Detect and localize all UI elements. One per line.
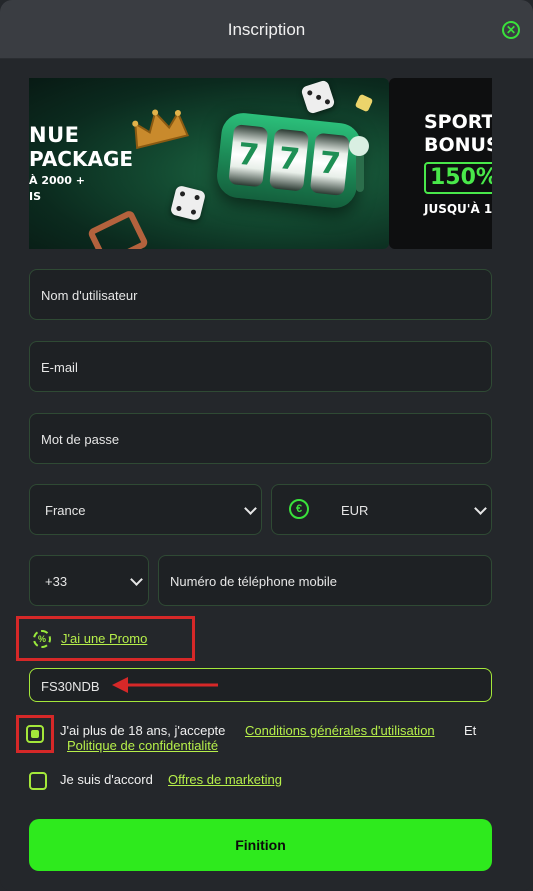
phone-number-field[interactable]: Numéro de téléphone mobile bbox=[158, 555, 492, 606]
banner-headline: SPORT bbox=[424, 111, 492, 133]
promo-toggle-highlight: % J'ai une Promo bbox=[16, 616, 195, 661]
slot-machine-icon: 7 7 7 bbox=[214, 110, 364, 211]
phone-code-value: +33 bbox=[45, 574, 68, 589]
phone-code-select[interactable]: +33 bbox=[29, 555, 149, 606]
banner-subtext: JUSQU'À 10 bbox=[424, 202, 492, 216]
percent-icon: % bbox=[33, 630, 51, 648]
finish-button[interactable]: Finition bbox=[29, 819, 492, 871]
crown-icon bbox=[132, 109, 190, 150]
promo-code-link[interactable]: J'ai une Promo bbox=[61, 631, 147, 646]
username-field[interactable]: Nom d'utilisateur bbox=[29, 269, 492, 320]
currency-value: EUR bbox=[341, 503, 369, 518]
age-checkbox-highlight bbox=[16, 715, 54, 753]
promo-banner-carousel[interactable]: 7 7 7 NUE PACKAGE À 2000 + IS SPORT BONU… bbox=[29, 78, 492, 249]
lever-ball-icon bbox=[349, 136, 369, 156]
currency-select[interactable]: € EUR bbox=[271, 484, 492, 535]
banner-subtext: À 2000 + bbox=[29, 174, 86, 187]
password-field[interactable]: Mot de passe bbox=[29, 413, 492, 464]
email-field[interactable]: E-mail bbox=[29, 341, 492, 392]
banner-headline: PACKAGE bbox=[29, 147, 134, 171]
banner-headline: NUE bbox=[29, 123, 80, 147]
chevron-down-icon bbox=[474, 502, 487, 515]
dice-icon bbox=[354, 93, 374, 113]
password-placeholder: Mot de passe bbox=[41, 432, 120, 447]
chevron-down-icon bbox=[130, 573, 143, 586]
marketing-consent-checkbox[interactable] bbox=[29, 772, 47, 790]
banner-headline: BONUS bbox=[424, 134, 492, 156]
promo-code-input[interactable]: FS30NDB bbox=[29, 668, 492, 702]
close-icon[interactable]: ✕ bbox=[502, 21, 520, 39]
dice-icon bbox=[169, 184, 207, 222]
country-value: France bbox=[45, 503, 86, 518]
username-placeholder: Nom d'utilisateur bbox=[41, 288, 138, 303]
terms-link[interactable]: Conditions générales d'utilisation bbox=[245, 723, 435, 738]
dice-icon bbox=[300, 79, 336, 115]
casino-bonus-banner[interactable]: 7 7 7 NUE PACKAGE À 2000 + IS bbox=[29, 78, 389, 249]
modal-title: Inscription bbox=[227, 20, 306, 39]
privacy-policy-link[interactable]: Politique de confidentialité bbox=[67, 738, 218, 753]
red-arrow-annotation-icon bbox=[112, 677, 218, 693]
marketing-consent-text: Je suis d'accord bbox=[60, 772, 153, 787]
country-select[interactable]: France bbox=[29, 484, 262, 535]
promo-code-value: FS30NDB bbox=[41, 679, 100, 694]
modal-header: Inscription ✕ bbox=[0, 0, 533, 59]
age-consent-text: J'ai plus de 18 ans, j'accepte bbox=[60, 723, 226, 738]
sport-bonus-banner[interactable]: SPORT BONUS 150% JUSQU'À 10 bbox=[389, 78, 492, 249]
phone-placeholder: Numéro de téléphone mobile bbox=[170, 574, 337, 589]
decorative-frame-icon bbox=[86, 209, 150, 249]
marketing-offers-link[interactable]: Offres de marketing bbox=[168, 772, 282, 787]
email-placeholder: E-mail bbox=[41, 360, 78, 375]
age-consent-checkbox[interactable] bbox=[26, 725, 44, 743]
banner-subtext: IS bbox=[29, 190, 42, 203]
chevron-down-icon bbox=[244, 502, 257, 515]
euro-icon: € bbox=[289, 499, 309, 519]
registration-modal: Inscription ✕ 7 7 7 NUE PACKAGE À 2000 +… bbox=[0, 0, 533, 891]
and-text: Et bbox=[464, 723, 477, 738]
bonus-percentage: 150% bbox=[424, 162, 492, 194]
